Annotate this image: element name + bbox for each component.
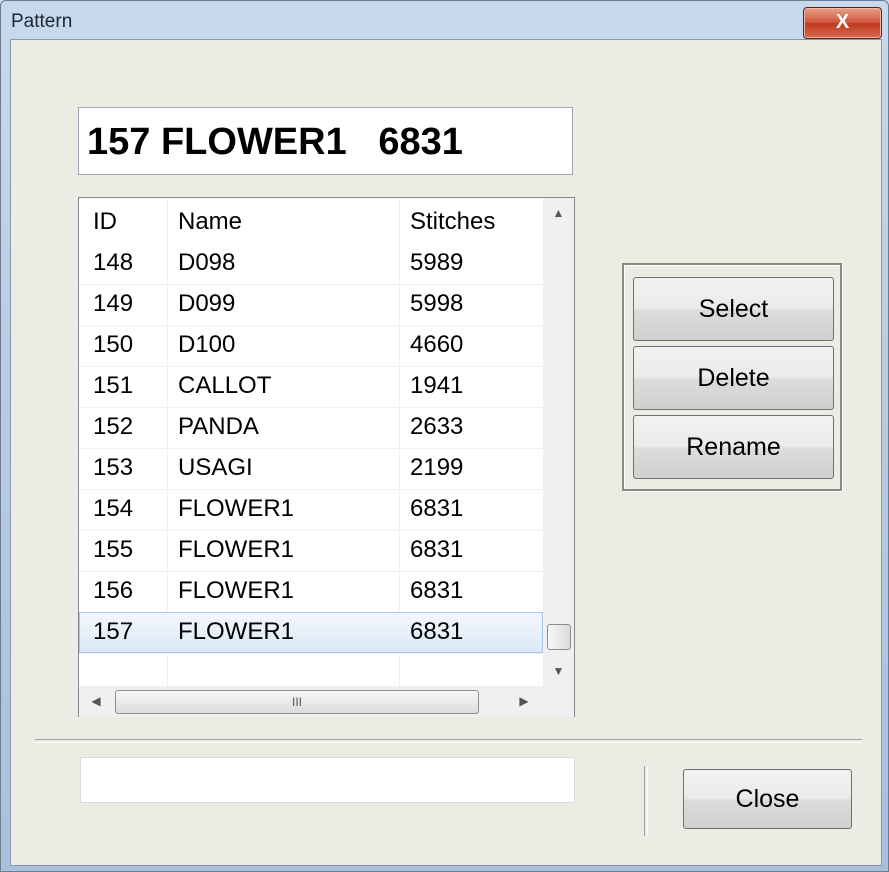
header-stitches[interactable]: Stitches bbox=[410, 208, 495, 236]
row-stitches: 5989 bbox=[410, 249, 464, 276]
row-stitches: 2633 bbox=[410, 413, 464, 440]
scroll-down-arrow-icon[interactable]: ▼ bbox=[543, 660, 574, 682]
row-id: 156 bbox=[93, 577, 134, 604]
close-icon: X bbox=[835, 11, 850, 33]
selected-pattern-display: 157 FLOWER1 6831 bbox=[78, 107, 573, 175]
select-button[interactable]: Select bbox=[633, 277, 834, 341]
list-row[interactable]: 155 FLOWER1 6831 bbox=[79, 530, 543, 571]
row-id: 152 bbox=[93, 413, 134, 440]
window-close-button[interactable]: X bbox=[803, 7, 882, 39]
horizontal-scroll-thumb[interactable]: III bbox=[115, 690, 479, 714]
horizontal-scrollbar[interactable]: ◀ III ▶ bbox=[79, 686, 543, 717]
scrollbar-corner bbox=[543, 686, 574, 717]
delete-button[interactable]: Delete bbox=[633, 346, 834, 410]
row-id: 157 bbox=[93, 618, 134, 645]
row-stitches: 6831 bbox=[410, 536, 464, 563]
row-name: D098 bbox=[178, 249, 236, 276]
row-stitches: 6831 bbox=[410, 495, 464, 522]
row-name: FLOWER1 bbox=[178, 536, 295, 563]
dialog-body: 157 FLOWER1 6831 ID Name Stitches 148 D0… bbox=[10, 39, 882, 866]
row-id: 154 bbox=[93, 495, 134, 522]
list-row[interactable]: 156 FLOWER1 6831 bbox=[79, 571, 543, 612]
title-bar[interactable]: Pattern X bbox=[1, 1, 888, 39]
row-id: 149 bbox=[93, 290, 134, 317]
vertical-scrollbar[interactable]: ▲ ▼ bbox=[543, 198, 574, 686]
row-id: 151 bbox=[93, 372, 134, 399]
list-row[interactable]: 149 D099 5998 bbox=[79, 284, 543, 325]
header-name[interactable]: Name bbox=[178, 208, 242, 236]
row-stitches: 6831 bbox=[410, 618, 464, 645]
row-stitches: 6831 bbox=[410, 577, 464, 604]
row-name: CALLOT bbox=[178, 372, 272, 399]
row-name: USAGI bbox=[178, 454, 253, 481]
row-id: 148 bbox=[93, 249, 134, 276]
row-id: 153 bbox=[93, 454, 134, 481]
scroll-up-arrow-icon[interactable]: ▲ bbox=[543, 202, 574, 224]
list-row[interactable]: 148 D098 5989 bbox=[79, 243, 543, 284]
row-stitches: 5998 bbox=[410, 290, 464, 317]
list-row[interactable]: 152 PANDA 2633 bbox=[79, 407, 543, 448]
row-stitches: 1941 bbox=[410, 372, 464, 399]
row-stitches: 2199 bbox=[410, 454, 464, 481]
row-name: FLOWER1 bbox=[178, 577, 295, 604]
row-stitches: 4660 bbox=[410, 331, 464, 358]
close-button[interactable]: Close bbox=[683, 769, 852, 829]
horizontal-separator bbox=[35, 739, 862, 743]
list-row[interactable]: 154 FLOWER1 6831 bbox=[79, 489, 543, 530]
status-field bbox=[80, 757, 575, 803]
list-row[interactable]: 151 CALLOT 1941 bbox=[79, 366, 543, 407]
vertical-scroll-thumb[interactable] bbox=[547, 624, 571, 650]
row-name: PANDA bbox=[178, 413, 259, 440]
row-name: FLOWER1 bbox=[178, 495, 295, 522]
vertical-separator bbox=[644, 766, 648, 836]
row-name: D100 bbox=[178, 331, 236, 358]
pattern-window: Pattern X 157 FLOWER1 6831 ID Name Stitc… bbox=[0, 0, 889, 872]
pattern-list[interactable]: ID Name Stitches 148 D098 5989 149 D099 … bbox=[78, 197, 575, 717]
rename-button[interactable]: Rename bbox=[633, 415, 834, 479]
list-row-selected[interactable]: 157 FLOWER1 6831 bbox=[79, 612, 543, 653]
row-id: 155 bbox=[93, 536, 134, 563]
list-row[interactable]: 150 D100 4660 bbox=[79, 325, 543, 366]
scroll-right-arrow-icon[interactable]: ▶ bbox=[509, 686, 539, 717]
row-name: D099 bbox=[178, 290, 236, 317]
row-name: FLOWER1 bbox=[178, 618, 295, 645]
window-title: Pattern bbox=[11, 11, 73, 32]
list-row[interactable]: 153 USAGI 2199 bbox=[79, 448, 543, 489]
row-divider bbox=[79, 653, 543, 654]
header-id[interactable]: ID bbox=[93, 208, 117, 236]
action-button-group: Select Delete Rename bbox=[622, 263, 842, 491]
scroll-left-arrow-icon[interactable]: ◀ bbox=[81, 686, 111, 717]
row-id: 150 bbox=[93, 331, 134, 358]
